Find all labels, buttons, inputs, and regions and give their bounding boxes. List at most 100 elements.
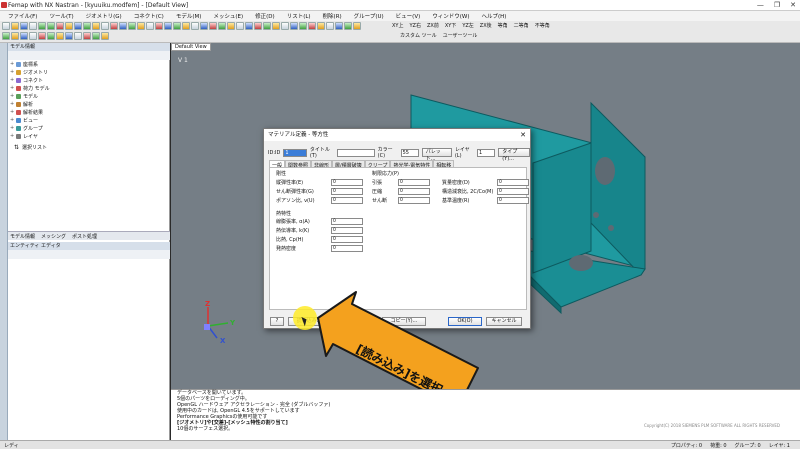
contour-icon[interactable] — [74, 32, 82, 40]
menu-group[interactable]: グループ(U) — [354, 12, 384, 20]
id-field[interactable]: 1 — [283, 148, 307, 157]
visibility-icon[interactable] — [236, 22, 244, 30]
expand-icon[interactable]: + — [10, 61, 14, 67]
quick-cut-icon[interactable] — [56, 32, 64, 40]
help-button[interactable]: ? — [270, 317, 284, 326]
section-icon[interactable] — [65, 32, 73, 40]
save-icon[interactable] — [20, 22, 28, 30]
view-style-icon[interactable] — [281, 22, 289, 30]
delete-icon[interactable] — [56, 22, 64, 30]
color-icon[interactable] — [335, 22, 343, 30]
view-zx-front-button[interactable]: ZX前 — [427, 22, 439, 29]
maximize-button[interactable]: ❐ — [774, 1, 780, 9]
view-xy-bottom-button[interactable]: XY下 — [445, 22, 456, 29]
zoom-icon[interactable] — [164, 22, 172, 30]
menu-geometry[interactable]: ジオメトリ(G) — [86, 12, 122, 20]
tree-item[interactable]: + レイヤ — [10, 132, 50, 140]
expand-icon[interactable]: + — [10, 69, 14, 75]
expand-icon[interactable]: + — [10, 109, 14, 115]
prop-value[interactable]: 0 — [398, 188, 430, 195]
title-field[interactable] — [336, 148, 375, 157]
expand-icon[interactable]: + — [10, 93, 14, 99]
prop-value[interactable]: 0 — [331, 188, 363, 195]
tree-item[interactable]: + グループ — [10, 124, 50, 132]
expand-icon[interactable]: + — [10, 125, 14, 131]
tree-item[interactable]: + モデル — [10, 92, 50, 100]
prop-value[interactable]: 0 — [497, 188, 529, 195]
element-icon[interactable] — [20, 32, 28, 40]
select-list-item[interactable]: ⇅ 選択リスト — [14, 144, 47, 151]
menu-help[interactable]: ヘルプ(H) — [481, 12, 506, 20]
group-icon[interactable] — [218, 22, 226, 30]
solid-icon[interactable] — [92, 22, 100, 30]
render-icon[interactable] — [245, 22, 253, 30]
view-yz-left-button[interactable]: YZ左 — [462, 22, 473, 29]
tree-item[interactable]: + 座標系 — [10, 60, 50, 68]
measure-icon[interactable] — [353, 22, 361, 30]
view-zx-back-button[interactable]: ZX後 — [480, 22, 492, 29]
expand-icon[interactable]: + — [10, 77, 14, 83]
tab-model-info[interactable]: モデル情報 — [10, 233, 35, 240]
rotate-icon[interactable] — [182, 22, 190, 30]
wireframe-icon[interactable] — [299, 22, 307, 30]
animate-icon[interactable] — [92, 32, 100, 40]
options-icon[interactable] — [254, 22, 262, 30]
type-button[interactable]: タイプ(Y)... — [498, 148, 531, 162]
new-icon[interactable] — [2, 22, 10, 30]
user-tools-button[interactable]: ユーザーツール — [443, 32, 478, 39]
prop-value[interactable]: 0 — [331, 179, 363, 186]
layer-field[interactable]: 1 — [477, 148, 496, 157]
dialog-close-icon[interactable]: ✕ — [520, 129, 526, 141]
results-icon[interactable] — [155, 22, 163, 30]
snap-icon[interactable] — [38, 32, 46, 40]
menu-view[interactable]: ビュー(V) — [396, 12, 421, 20]
layer-icon[interactable] — [227, 22, 235, 30]
view-tab-default[interactable]: Default View — [171, 43, 211, 51]
hidden-line-icon[interactable] — [308, 22, 316, 30]
capture-icon[interactable] — [101, 32, 109, 40]
label-icon[interactable] — [326, 22, 334, 30]
mesh-icon[interactable] — [119, 22, 127, 30]
prop-value[interactable]: 0 — [331, 227, 363, 234]
view-isometric-button[interactable]: 等角 — [498, 22, 508, 29]
expand-icon[interactable]: + — [10, 85, 14, 91]
tree-item[interactable]: + ジオメトリ — [10, 68, 50, 76]
cancel-button[interactable]: キャンセル — [486, 317, 522, 326]
fit-icon[interactable] — [191, 22, 199, 30]
regenerate-icon[interactable] — [263, 22, 271, 30]
tree-item[interactable]: + コネクト — [10, 76, 50, 84]
menu-file[interactable]: ファイル(F) — [8, 12, 37, 20]
expand-icon[interactable]: + — [10, 117, 14, 123]
surface-icon[interactable] — [83, 22, 91, 30]
node-icon[interactable] — [11, 32, 19, 40]
load-icon[interactable] — [128, 22, 136, 30]
tree-item[interactable]: + ビュー — [10, 116, 50, 124]
menu-model[interactable]: モデル(M) — [176, 12, 202, 20]
close-button[interactable]: ✕ — [790, 1, 796, 9]
curve-icon[interactable] — [74, 22, 82, 30]
dimension-icon[interactable] — [344, 22, 352, 30]
menu-window[interactable]: ウィンドウ(W) — [432, 12, 469, 20]
view-trimetric-button[interactable]: 不等角 — [535, 22, 550, 29]
menu-modify[interactable]: 修正(D) — [255, 12, 275, 20]
entity-select-icon[interactable] — [2, 32, 10, 40]
view-xy-top-button[interactable]: XY上 — [392, 22, 403, 29]
pan-icon[interactable] — [173, 22, 181, 30]
menu-tools[interactable]: ツール(T) — [49, 12, 73, 20]
material-icon[interactable] — [101, 22, 109, 30]
select-icon[interactable] — [200, 22, 208, 30]
perspective-icon[interactable] — [317, 22, 325, 30]
workplane-icon[interactable] — [47, 32, 55, 40]
tree-item[interactable]: + 解析結果 — [10, 108, 50, 116]
prop-value[interactable]: 0 — [331, 218, 363, 225]
analysis-icon[interactable] — [146, 22, 154, 30]
side-tabs[interactable] — [0, 43, 8, 440]
menu-list[interactable]: リスト(L) — [287, 12, 311, 20]
view-yz-right-button[interactable]: YZ右 — [409, 22, 420, 29]
redo-icon[interactable] — [47, 22, 55, 30]
ok-button[interactable]: OK(O) — [448, 317, 482, 326]
prop-value[interactable]: 0 — [331, 236, 363, 243]
minimize-button[interactable]: — — [757, 1, 764, 9]
tab-post-processing[interactable]: ポスト処理 — [72, 233, 97, 240]
prop-value[interactable]: 0 — [398, 197, 430, 204]
